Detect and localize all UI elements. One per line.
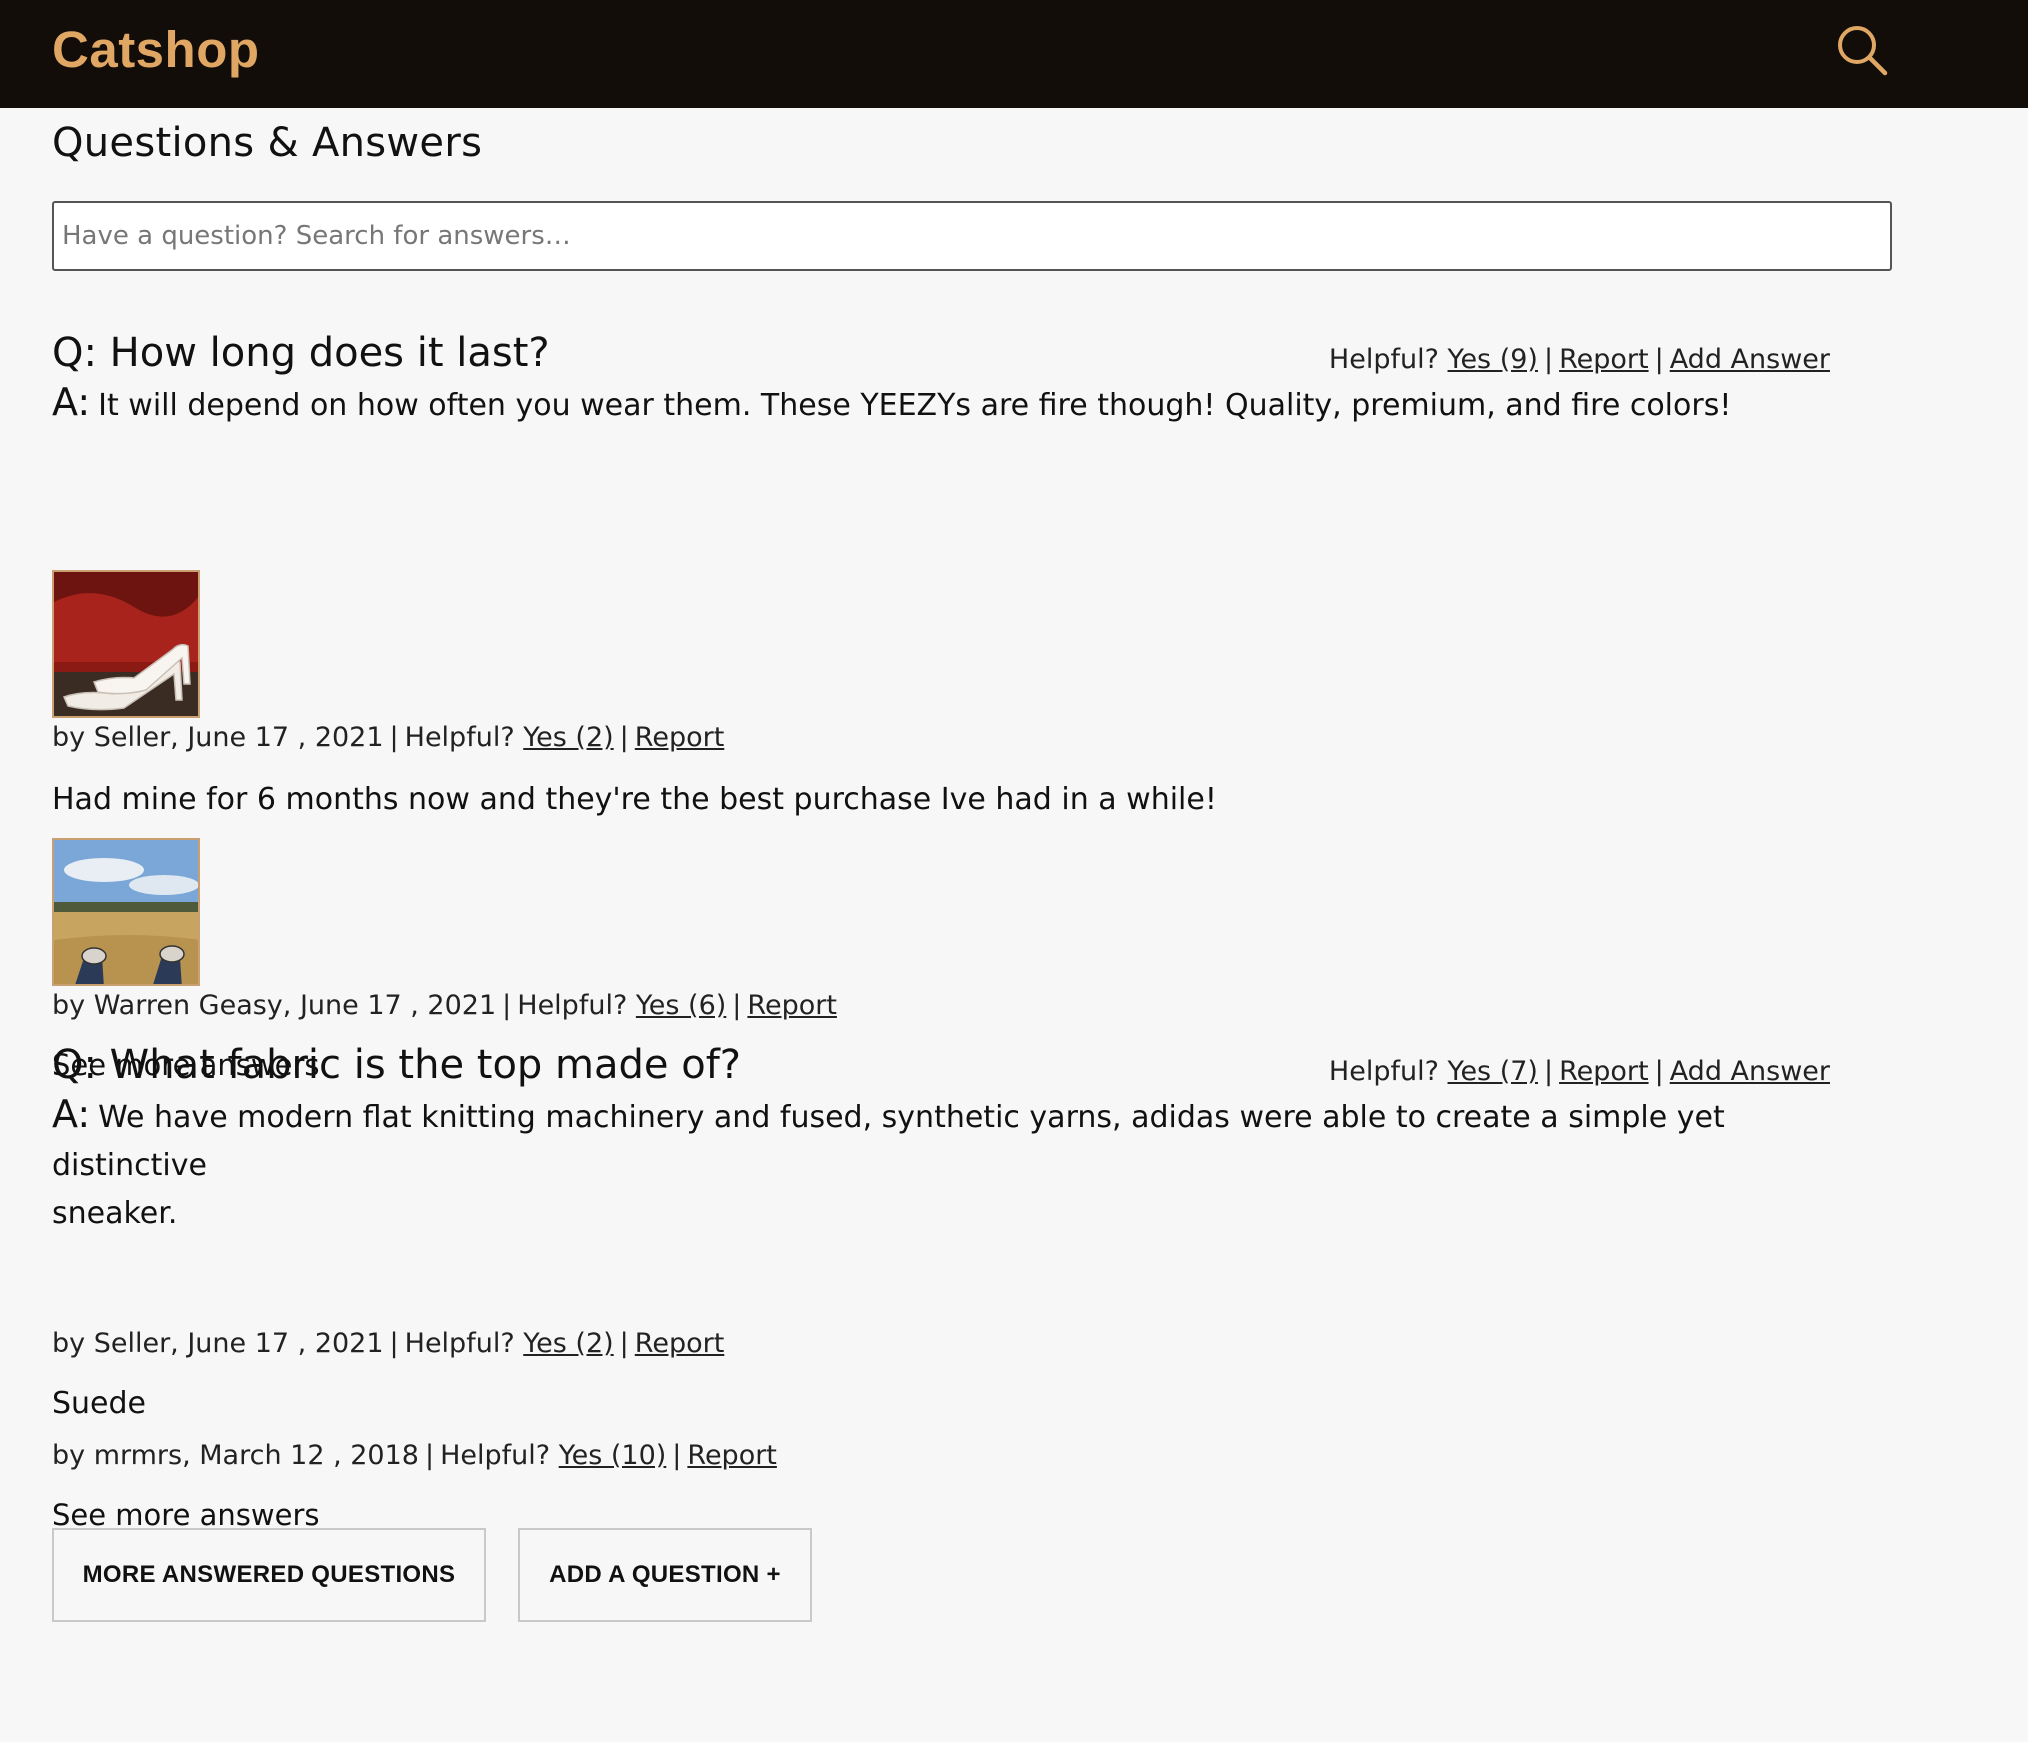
answer-byline: by Warren Geasy, June 17 , 2021 (52, 990, 497, 1021)
answer-text: Suede (52, 1380, 146, 1428)
add-answer-link[interactable]: Add Answer (1670, 1056, 1830, 1087)
report-link[interactable]: Report (747, 990, 837, 1021)
answer-meta: by Seller, June 17 , 2021 | Helpful? Yes (… (52, 722, 724, 753)
answer-photo-field-sneakers[interactable] (52, 838, 200, 986)
answer-photo-white-heels[interactable] (52, 570, 200, 718)
separator: | (672, 1440, 682, 1471)
answer-text: A: It will depend on how often you wear t… (52, 378, 1731, 430)
separator: | (1543, 344, 1554, 375)
helpful-label: Helpful? (404, 1328, 515, 1359)
separator: | (424, 1440, 435, 1471)
helpful-label: Helpful? (440, 1440, 551, 1471)
separator: | (1654, 1056, 1664, 1087)
see-more-answers-link[interactable]: See more answers (52, 1498, 320, 1532)
report-link[interactable]: Report (635, 722, 725, 753)
helpful-yes-link[interactable]: Yes (10) (559, 1440, 667, 1471)
answer-body: Suede (52, 1386, 147, 1421)
page-title: Questions & Answers (52, 120, 483, 166)
answer-body: Had mine for 6 months now and they're th… (52, 782, 1217, 817)
report-link[interactable]: Report (1559, 1056, 1649, 1087)
answer-body-line1: We have modern flat knitting machinery a… (52, 1100, 1725, 1183)
separator: | (619, 722, 629, 753)
site-logo[interactable]: Catshop (52, 20, 260, 79)
answer-byline: by Seller, June 17 , 2021 (52, 722, 384, 753)
answer-meta: by mrmrs, March 12 , 2018 | Helpful? Yes (… (52, 1440, 777, 1471)
helpful-yes-link[interactable]: Yes (7) (1448, 1056, 1538, 1087)
report-link[interactable]: Report (687, 1440, 777, 1471)
answer-text: A: We have modern flat knitting machinery… (52, 1090, 1872, 1238)
question-title: Q: How long does it last? (52, 330, 550, 376)
qa-search-input[interactable] (52, 201, 1892, 271)
helpful-yes-link[interactable]: Yes (2) (523, 722, 613, 753)
separator: | (619, 1328, 629, 1359)
helpful-yes-link[interactable]: Yes (9) (1448, 344, 1538, 375)
separator: | (389, 1328, 399, 1359)
helpful-yes-link[interactable]: Yes (2) (523, 1328, 613, 1359)
separator: | (1543, 1056, 1554, 1087)
answer-byline: by mrmrs, March 12 , 2018 (52, 1440, 419, 1471)
separator: | (502, 990, 512, 1021)
add-question-button[interactable]: ADD A QUESTION + (518, 1528, 812, 1622)
more-answered-questions-button[interactable]: MORE ANSWERED QUESTIONS (52, 1528, 486, 1622)
answer-meta: by Seller, June 17 , 2021 | Helpful? Yes (… (52, 1328, 724, 1359)
helpful-label: Helpful? (1328, 1056, 1439, 1087)
answer-body: It will depend on how often you wear the… (98, 388, 1732, 423)
answer-prefix: A: (52, 380, 91, 424)
separator: | (389, 722, 399, 753)
answer-meta: by Warren Geasy, June 17 , 2021 | Helpful?… (52, 990, 837, 1021)
answer-body-line2: sneaker. (52, 1196, 178, 1231)
answer-text: Had mine for 6 months now and they're th… (52, 776, 1217, 824)
question-actions: Helpful? Yes (7) | Report | Add Answer (1329, 1056, 1830, 1087)
report-link[interactable]: Report (1559, 344, 1649, 375)
question-item: Q: What fabric is the top made of? Helpf… (52, 1042, 1892, 1532)
helpful-label: Helpful? (404, 722, 515, 753)
helpful-label: Helpful? (1328, 344, 1439, 375)
helpful-yes-link[interactable]: Yes (6) (636, 990, 726, 1021)
question-title: Q: What fabric is the top made of? (52, 1042, 742, 1088)
separator: | (732, 990, 742, 1021)
top-navigation-bar: Catshop (0, 0, 2028, 108)
helpful-label: Helpful? (517, 990, 628, 1021)
question-actions: Helpful? Yes (9) | Report | Add Answer (1329, 344, 1830, 375)
answer-byline: by Seller, June 17 , 2021 (52, 1328, 384, 1359)
search-icon[interactable] (1834, 22, 1890, 78)
answer-prefix: A: (52, 1092, 91, 1136)
separator: | (1654, 344, 1664, 375)
report-link[interactable]: Report (635, 1328, 725, 1359)
add-answer-link[interactable]: Add Answer (1670, 344, 1830, 375)
question-item: Q: How long does it last? Helpful? Yes (… (52, 330, 1892, 1082)
